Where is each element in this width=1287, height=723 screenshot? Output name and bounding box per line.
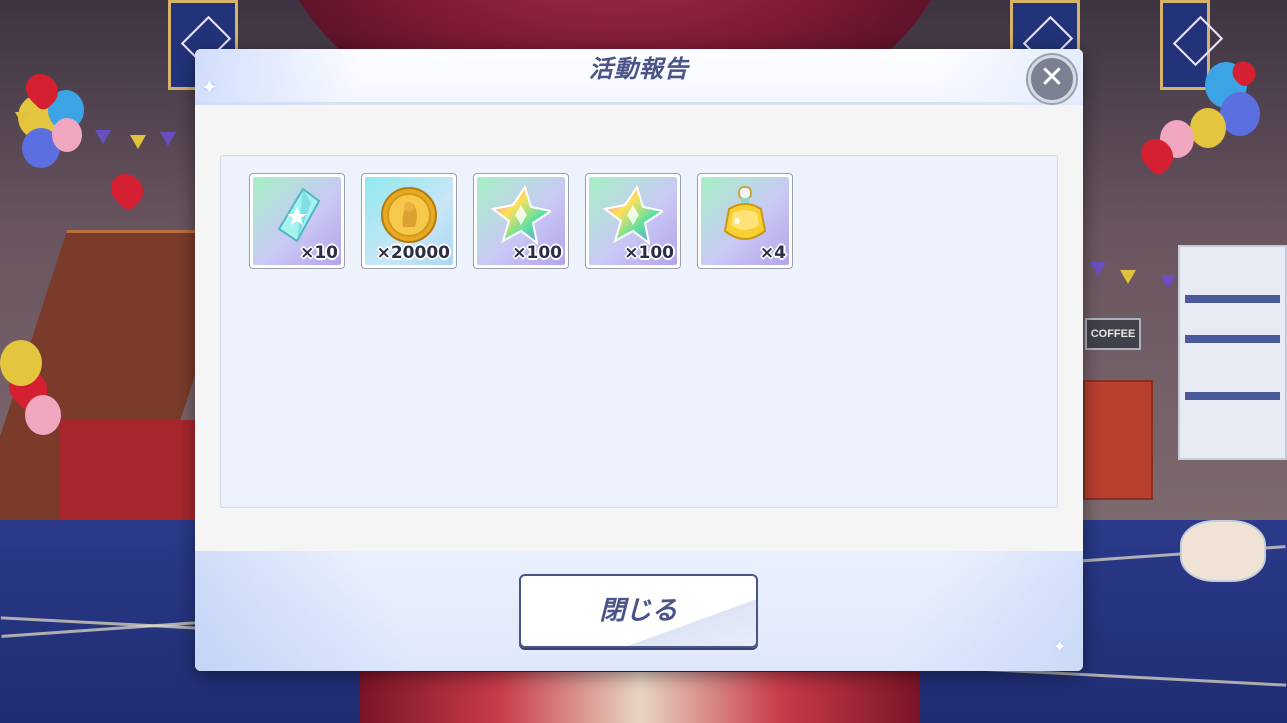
- bookshelf: [1178, 245, 1287, 460]
- balloon: [25, 395, 61, 435]
- item-quantity: ×4: [759, 243, 786, 263]
- reward-item-potion-bottle[interactable]: ×4: [697, 173, 793, 269]
- balloon: [1220, 92, 1260, 136]
- banner: [1160, 0, 1210, 90]
- reward-items-panel: ×10 ×20000 ×100 ×100 ×4: [220, 155, 1058, 508]
- dialog-title: 活動報告: [589, 55, 689, 83]
- crystal-icon: [277, 187, 321, 243]
- balloon: [52, 118, 82, 152]
- reward-item-gold-coin[interactable]: ×20000: [361, 173, 457, 269]
- item-frame: ×4: [701, 177, 789, 265]
- flag: [95, 130, 111, 144]
- reward-item-crystal[interactable]: ×10: [249, 173, 345, 269]
- coin-icon: [381, 187, 437, 243]
- reward-item-rainbow-star[interactable]: ×100: [585, 173, 681, 269]
- shelf-row: [1185, 392, 1280, 400]
- flag: [1160, 275, 1176, 289]
- item-quantity: ×20000: [376, 243, 450, 263]
- activity-report-dialog: ✦ 活動報告 ✕ ×10 ×20000 ×100 ×100 ×4 ✦ 閉じる: [195, 49, 1083, 671]
- flag: [160, 132, 176, 146]
- character-kimono: [360, 672, 920, 723]
- coffee-sign: COFFEE: [1085, 318, 1141, 350]
- flag: [1090, 262, 1106, 276]
- star-icon: [603, 185, 663, 245]
- footer-decoration: [195, 551, 455, 671]
- item-quantity: ×100: [512, 243, 562, 263]
- balloon: [1190, 108, 1226, 148]
- balloon: [0, 340, 42, 386]
- sparkle-icon: ✦: [1053, 637, 1067, 656]
- item-frame: ×20000: [365, 177, 453, 265]
- item-frame: ×10: [253, 177, 341, 265]
- stair-carpet: [60, 420, 195, 520]
- close-button[interactable]: 閉じる: [519, 574, 758, 648]
- footer-decoration: [863, 551, 1083, 671]
- dialog-header: ✦ 活動報告 ✕: [195, 49, 1083, 105]
- shelf-row: [1185, 335, 1280, 343]
- close-icon[interactable]: ✕: [1028, 55, 1076, 103]
- flag: [130, 135, 146, 149]
- stool: [1180, 520, 1266, 582]
- star-icon: [491, 185, 551, 245]
- flag: [1120, 270, 1136, 284]
- jukebox: [1083, 380, 1153, 500]
- item-quantity: ×100: [624, 243, 674, 263]
- reward-item-rainbow-star[interactable]: ×100: [473, 173, 569, 269]
- potion-icon: [723, 186, 767, 240]
- item-frame: ×100: [589, 177, 677, 265]
- shelf-row: [1185, 295, 1280, 303]
- item-frame: ×100: [477, 177, 565, 265]
- item-quantity: ×10: [300, 243, 338, 263]
- flag: [15, 112, 31, 126]
